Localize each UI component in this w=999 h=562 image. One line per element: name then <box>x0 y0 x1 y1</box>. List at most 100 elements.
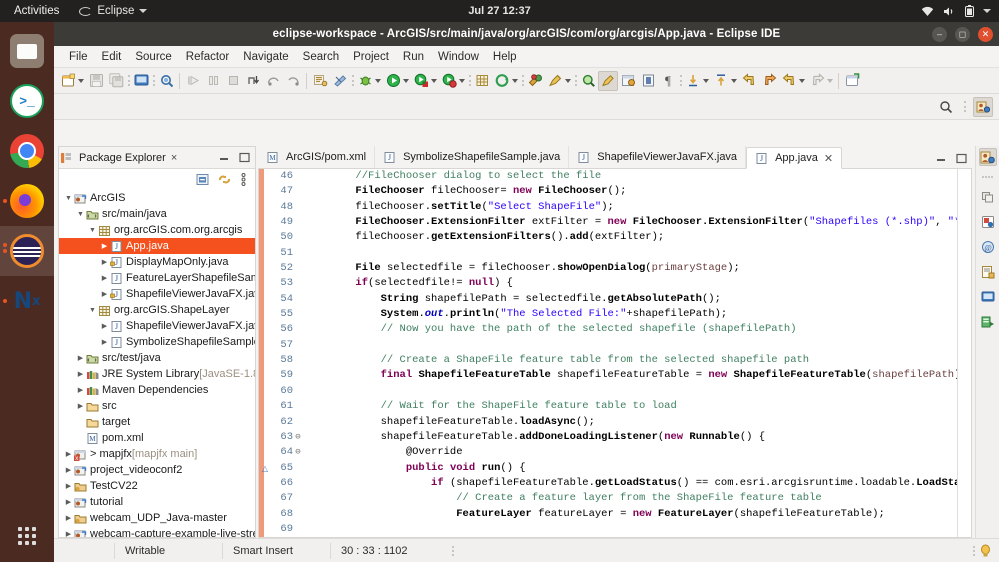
tree-item[interactable]: ▶JShapefileViewerJavaFX.jav <box>59 318 255 334</box>
save-icon[interactable] <box>86 70 106 92</box>
code-line[interactable]: public void run() { <box>305 461 957 476</box>
code-line[interactable]: // Now you have the path of the selected… <box>305 322 957 337</box>
status-drag-handle[interactable] <box>451 544 454 558</box>
tree-item[interactable]: ▼ArcGIS <box>59 190 255 206</box>
menu-help[interactable]: Help <box>486 49 524 65</box>
code-line[interactable]: //FileChooser dialog to select the file <box>305 169 957 184</box>
menu-dots-icon[interactable] <box>981 173 995 181</box>
dock-item-nomachine[interactable]: Nx <box>0 276 54 326</box>
code-line[interactable]: FileChooser fileChooser= new FileChooser… <box>305 184 957 199</box>
tree-item[interactable]: target <box>59 414 255 430</box>
maximize-view-icon[interactable] <box>956 153 967 164</box>
step-over-icon[interactable] <box>263 70 283 92</box>
chevron-right-icon[interactable]: ▶ <box>99 242 110 250</box>
open-task-icon[interactable] <box>330 70 350 92</box>
tree-item[interactable]: Mpom.xml <box>59 430 255 446</box>
new-java-package-icon[interactable] <box>472 70 492 92</box>
previous-annotation-icon[interactable] <box>683 70 703 92</box>
code-line[interactable]: FeatureLayer featureLayer = new FeatureL… <box>305 507 957 522</box>
chevron-right-icon[interactable]: ▶ <box>99 274 110 282</box>
next-edit-icon[interactable] <box>807 70 827 92</box>
tree-item[interactable]: ▶JDisplayMapOnly.java <box>59 254 255 270</box>
profile-icon[interactable] <box>439 70 459 92</box>
tree-item[interactable]: ▼org.arcGIS.com.org.arcgis <box>59 222 255 238</box>
chevron-down-icon[interactable]: ▼ <box>75 211 86 218</box>
outline-view-icon[interactable] <box>979 188 997 206</box>
minimize-button[interactable]: – <box>932 27 947 42</box>
next-caret[interactable] <box>731 79 737 83</box>
editor-tab[interactable]: JSymbolizeShapefileSample.java <box>375 146 569 168</box>
save-all-icon[interactable] <box>106 70 126 92</box>
code-line[interactable] <box>305 246 957 261</box>
chevron-down-icon[interactable] <box>983 9 991 13</box>
code-line[interactable]: File selectedfile = fileChooser.showOpen… <box>305 261 957 276</box>
back-icon[interactable] <box>739 70 759 92</box>
java-perspective-icon[interactable] <box>973 97 993 117</box>
minimize-view-icon[interactable] <box>936 153 947 164</box>
new-dropdown-caret[interactable] <box>78 79 84 83</box>
code-editor[interactable]: △ 46474849505152535455565758596061626364… <box>258 169 972 538</box>
chevron-down-icon[interactable]: ▼ <box>87 307 98 314</box>
menu-window[interactable]: Window <box>431 49 486 65</box>
chevron-right-icon[interactable]: ▶ <box>75 370 86 378</box>
new-class-caret[interactable] <box>512 79 518 83</box>
system-tray[interactable] <box>921 5 991 17</box>
debug-caret[interactable] <box>375 79 381 83</box>
prev-edit-caret[interactable] <box>799 79 805 83</box>
close-icon[interactable]: × <box>171 152 177 164</box>
dock-item-files[interactable] <box>0 26 54 76</box>
code-line[interactable]: // Create a ShapeFile feature table from… <box>305 353 957 368</box>
view-menu-icon[interactable] <box>240 173 247 186</box>
package-explorer-tab[interactable]: Package Explorer × <box>59 147 255 169</box>
java-perspective-icon[interactable] <box>979 148 997 166</box>
annotation-ruler[interactable]: △ <box>259 169 271 537</box>
minimize-view-icon[interactable] <box>219 152 230 163</box>
declaration-view-icon[interactable] <box>979 263 997 281</box>
print-screen-icon[interactable] <box>131 70 151 92</box>
forward-icon[interactable] <box>759 70 779 92</box>
close-icon[interactable]: ✕ <box>824 152 833 165</box>
tree-item[interactable]: ▶webcam_UDP_Java-master <box>59 510 255 526</box>
external-tools-caret[interactable] <box>565 79 571 83</box>
problems-view-icon[interactable] <box>979 213 997 231</box>
folding-ruler[interactable]: ⊖⊖ <box>293 169 303 537</box>
open-type-icon[interactable] <box>310 70 330 92</box>
chevron-right-icon[interactable]: ▶ <box>99 290 110 298</box>
overview-ruler[interactable] <box>957 169 971 537</box>
chevron-right-icon[interactable]: ▶ <box>75 386 86 394</box>
console-view-icon[interactable] <box>979 288 997 306</box>
run-icon[interactable] <box>383 70 403 92</box>
servers-view-icon[interactable] <box>979 313 997 331</box>
resume-icon[interactable] <box>183 70 203 92</box>
prev-caret[interactable] <box>703 79 709 83</box>
coverage-icon[interactable] <box>411 70 431 92</box>
tree-item[interactable]: ▼org.arcGIS.ShapeLayer <box>59 302 255 318</box>
editor-tab[interactable]: JShapefileViewerJavaFX.java <box>569 146 746 168</box>
new-wizard-icon[interactable] <box>58 70 78 92</box>
menu-project[interactable]: Project <box>346 49 396 65</box>
code-line[interactable]: shapefileFeatureTable.addDoneLoadingList… <box>305 430 957 445</box>
tree-item[interactable]: ▶project_videoconf2 <box>59 462 255 478</box>
step-into-icon[interactable] <box>243 70 263 92</box>
tree-item[interactable]: ▶Maven Dependencies <box>59 382 255 398</box>
tree-item[interactable]: ▶tutorial <box>59 494 255 510</box>
tree-item[interactable]: ▶TestCV22 <box>59 478 255 494</box>
code-line[interactable]: if(selectedfile!= null) { <box>305 276 957 291</box>
code-line[interactable]: shapefileFeatureTable.loadAsync(); <box>305 415 957 430</box>
dock-item-firefox[interactable] <box>0 176 54 226</box>
collapse-all-icon[interactable] <box>196 173 209 186</box>
activities-button[interactable]: Activities <box>0 5 71 17</box>
chevron-right-icon[interactable]: ▶ <box>63 530 74 537</box>
tree-item[interactable]: ▶x> mapjfx [mapjfx main] <box>59 446 255 462</box>
fold-marker[interactable]: ⊖ <box>293 430 303 445</box>
chevron-down-icon[interactable]: ▼ <box>63 195 74 202</box>
code-line[interactable]: String shapefilePath = selectedfile.getA… <box>305 292 957 307</box>
toggle-block-selection-icon[interactable] <box>638 70 658 92</box>
next-edit-caret[interactable] <box>827 79 833 83</box>
chevron-right-icon[interactable]: ▶ <box>63 482 74 490</box>
tree-item[interactable]: ▼src/main/java <box>59 206 255 222</box>
step-return-icon[interactable] <box>283 70 303 92</box>
code-line[interactable]: fileChooser.setTitle("Select ShapeFile")… <box>305 200 957 215</box>
next-annotation-icon[interactable] <box>711 70 731 92</box>
suspend-icon[interactable] <box>203 70 223 92</box>
